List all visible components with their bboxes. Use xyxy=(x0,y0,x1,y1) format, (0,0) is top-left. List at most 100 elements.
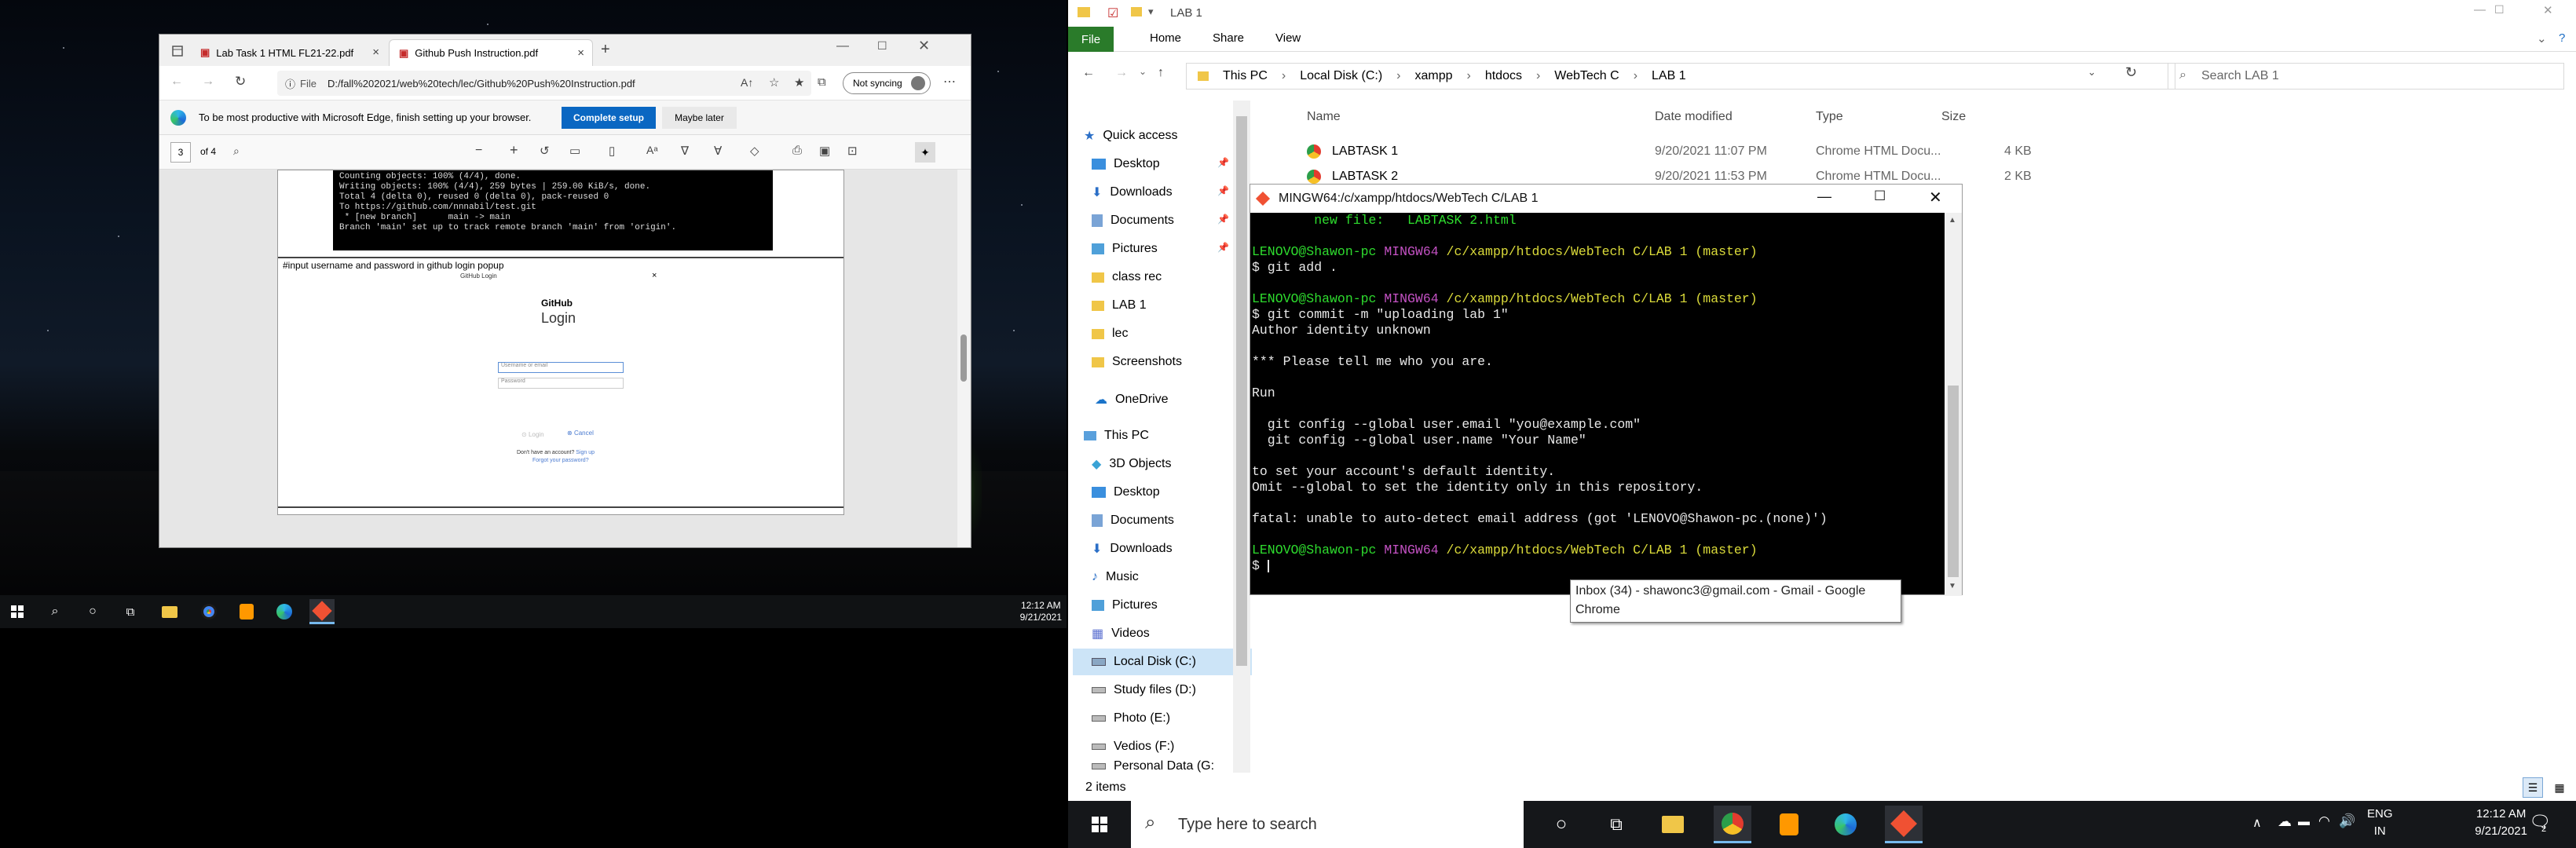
nav-quick-access[interactable]: ★ Quick access xyxy=(1084,122,1177,149)
nav-study-files[interactable]: Study files (D:) xyxy=(1092,677,1196,704)
battery-icon[interactable]: ▬ xyxy=(2298,815,2310,828)
back-icon[interactable]: ← xyxy=(1082,66,1095,80)
crumb-lab1[interactable]: LAB 1 xyxy=(1652,69,1686,83)
minimize-icon[interactable]: — xyxy=(1817,188,1831,205)
close-icon[interactable]: ✕ xyxy=(1929,188,1942,207)
new-tab-icon[interactable]: + xyxy=(601,41,610,59)
nav-pc-documents[interactable]: Documents xyxy=(1092,507,1174,534)
wifi-icon[interactable]: ◠ xyxy=(2318,813,2330,829)
erase-icon[interactable]: ◇ xyxy=(750,144,759,158)
up-icon[interactable]: ↑ xyxy=(1158,66,1164,80)
help-icon[interactable]: ? xyxy=(2559,31,2565,45)
tab-actions-icon[interactable] xyxy=(172,46,183,57)
column-type[interactable]: Type xyxy=(1816,110,1843,124)
print-icon[interactable]: ⎙ xyxy=(792,144,802,157)
tab-file[interactable]: File xyxy=(1068,27,1114,52)
address-input[interactable]: ⓘ File D:/fall%202021/web%20tech/lec/Git… xyxy=(277,71,811,96)
minimize-icon[interactable]: — xyxy=(836,39,849,53)
close-icon[interactable]: ✕ xyxy=(2543,3,2553,17)
git-bash-icon[interactable] xyxy=(1885,806,1923,843)
tab-home[interactable]: Home xyxy=(1150,31,1181,45)
pin-toolbar-icon[interactable]: ✦ xyxy=(915,142,935,163)
nav-pc-downloads[interactable]: ⬇ Downloads xyxy=(1092,535,1173,562)
crumb-this-pc[interactable]: This PC xyxy=(1223,69,1268,83)
crumb-xampp[interactable]: xampp xyxy=(1414,69,1452,83)
draw-icon[interactable]: ∇ xyxy=(681,144,689,158)
save-icon[interactable]: ▣ xyxy=(819,144,830,158)
nav-local-disk-c[interactable]: Local Disk (C:) xyxy=(1073,649,1252,675)
read-aloud-icon[interactable]: A↑ xyxy=(741,76,753,89)
terminal-scrollbar[interactable]: ▲ ▼ xyxy=(1945,213,1962,596)
save-as-icon[interactable]: ⊡ xyxy=(847,144,858,158)
recent-locations-icon[interactable]: ⌄ xyxy=(1139,66,1147,77)
crumb-webtech[interactable]: WebTech C xyxy=(1554,69,1619,83)
forward-icon[interactable]: → xyxy=(1115,66,1128,80)
edge-icon[interactable] xyxy=(272,599,297,624)
pdf-scroll-thumb[interactable] xyxy=(961,334,967,382)
address-dropdown-icon[interactable]: ⌄ xyxy=(2088,66,2096,79)
cortana-icon[interactable]: ○ xyxy=(1542,806,1580,843)
refresh-icon[interactable]: ↻ xyxy=(235,74,246,90)
pdf-scrollbar[interactable] xyxy=(957,170,970,547)
more-menu-icon[interactable]: ⋯ xyxy=(943,74,956,90)
maybe-later-button[interactable]: Maybe later xyxy=(662,107,737,129)
nav-screenshots[interactable]: Screenshots xyxy=(1092,349,1182,375)
nav-downloads[interactable]: ⬇ Downloads xyxy=(1092,179,1173,206)
page-number-input[interactable]: 3 xyxy=(170,142,191,163)
nav-onedrive[interactable]: ☁ OneDrive xyxy=(1095,386,1169,413)
crumb-local-disk[interactable]: Local Disk (C:) xyxy=(1300,69,1382,83)
language-indicator[interactable]: ENG IN xyxy=(2367,806,2393,840)
nav-pc-desktop[interactable]: Desktop xyxy=(1092,479,1160,506)
chrome-icon[interactable] xyxy=(196,599,221,624)
properties-icon[interactable]: ☑ xyxy=(1107,5,1118,21)
nav-3d-objects[interactable]: ◆ 3D Objects xyxy=(1092,451,1171,477)
terminal-scroll-thumb[interactable] xyxy=(1948,386,1959,577)
start-icon[interactable] xyxy=(1081,806,1118,843)
sublime-icon[interactable] xyxy=(234,599,259,624)
nav-lab1[interactable]: LAB 1 xyxy=(1092,292,1147,319)
file-explorer-icon[interactable] xyxy=(157,599,182,624)
maximize-icon[interactable]: ☐ xyxy=(2494,3,2505,16)
read-aloud-pdf-icon[interactable]: Aᵃ xyxy=(646,144,658,156)
file-row[interactable]: LABTASK 1 9/20/2021 11:07 PM Chrome HTML… xyxy=(1257,140,2576,165)
sublime-icon[interactable] xyxy=(1770,806,1808,843)
minimize-icon[interactable]: — xyxy=(2474,3,2486,16)
nav-music[interactable]: ♪ Music xyxy=(1092,564,1139,590)
highlight-icon[interactable]: ∀ xyxy=(714,144,722,158)
git-bash-icon[interactable] xyxy=(309,599,335,624)
close-icon[interactable]: ✕ xyxy=(918,38,930,54)
column-name[interactable]: Name xyxy=(1307,110,1341,124)
nav-personal-data[interactable]: Personal Data (G: xyxy=(1092,758,1214,774)
forward-icon[interactable]: → xyxy=(202,75,214,89)
tab-lab-task[interactable]: ▣ Lab Task 1 HTML FL21-22.pdf × xyxy=(191,39,387,66)
nav-class-rec[interactable]: class rec xyxy=(1092,264,1162,291)
favorite-icon[interactable]: ☆ xyxy=(769,75,779,90)
zoom-in-icon[interactable]: + xyxy=(510,142,518,159)
search-icon[interactable]: ⌕ xyxy=(42,599,68,624)
search-input[interactable]: ⌕ Search LAB 1 xyxy=(2168,63,2564,90)
zoom-out-icon[interactable]: − xyxy=(475,144,482,158)
rotate-icon[interactable]: ↺ xyxy=(540,144,550,158)
nav-pictures[interactable]: Pictures xyxy=(1092,236,1158,262)
close-tab-icon[interactable]: × xyxy=(372,46,379,59)
complete-setup-button[interactable]: Complete setup xyxy=(562,107,656,129)
chrome-icon[interactable] xyxy=(1714,806,1751,843)
new-folder-icon[interactable] xyxy=(1131,7,1142,16)
onedrive-icon[interactable]: ☁ xyxy=(2278,813,2292,830)
large-icons-view-icon[interactable]: ▦ xyxy=(2549,777,2570,798)
nav-lec[interactable]: lec xyxy=(1092,320,1128,347)
nav-this-pc[interactable]: This PC xyxy=(1084,422,1149,449)
favorites-icon[interactable]: ★ xyxy=(794,75,804,90)
collections-icon[interactable]: ⧉ xyxy=(818,75,826,89)
tab-github-push[interactable]: ▣ Github Push Instruction.pdf × xyxy=(389,39,593,66)
nav-videos[interactable]: ▦ Videos xyxy=(1092,620,1150,647)
profile-sync-button[interactable]: Not syncing xyxy=(843,72,931,94)
refresh-icon[interactable]: ↻ xyxy=(2125,64,2137,81)
right-clock[interactable]: 12:12 AM 9/21/2021 xyxy=(2475,806,2527,840)
terminal-output[interactable]: new file: LABTASK 2.html LENOVO@Shawon-pc… xyxy=(1250,213,1945,596)
crumb-htdocs[interactable]: htdocs xyxy=(1485,69,1522,83)
tab-share[interactable]: Share xyxy=(1213,31,1244,45)
nav-scroll-thumb[interactable] xyxy=(1236,116,1247,666)
column-date[interactable]: Date modified xyxy=(1655,110,1733,124)
left-clock[interactable]: 12:12 AM 9/21/2021 xyxy=(1020,600,1062,623)
